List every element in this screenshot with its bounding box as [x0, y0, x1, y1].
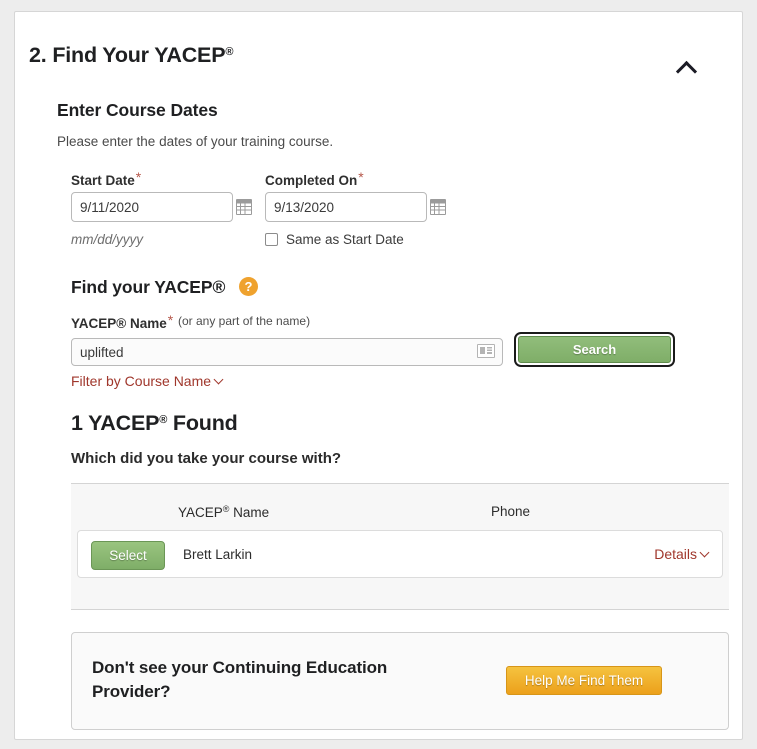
chevron-down-icon [699, 547, 710, 557]
chevron-up-icon [675, 60, 698, 82]
completed-on-input[interactable] [265, 192, 427, 222]
required-asterisk: * [358, 169, 364, 185]
start-date-input[interactable] [71, 192, 233, 222]
column-header-name-text: YACEP [178, 505, 223, 520]
yacep-name-input[interactable] [71, 338, 503, 366]
registered-mark: ® [116, 316, 127, 331]
required-asterisk: * [167, 312, 174, 328]
same-as-start-date-label: Same as Start Date [286, 232, 404, 247]
completed-on-label-text: Completed On [265, 173, 358, 188]
date-format-hint: mm/dd/yyyy [71, 232, 144, 247]
table-row: Select Brett Larkin Details [77, 530, 723, 578]
details-link-label: Details [654, 546, 697, 562]
collapse-section-button[interactable] [674, 53, 702, 82]
column-header-name-tail: Name [229, 505, 270, 520]
page-title: 2. Find Your YACEP® [29, 43, 728, 67]
same-as-start-date-checkbox[interactable]: Same as Start Date [265, 232, 404, 247]
registered-mark: ® [159, 414, 168, 426]
yacep-name-label-tail: Name [126, 316, 167, 331]
start-date-label-text: Start Date [71, 173, 135, 188]
select-button[interactable]: Select [91, 541, 165, 570]
start-date-label: Start Date* [71, 169, 141, 188]
find-heading-text: Find your YACEP [71, 277, 213, 297]
filter-by-course-name-link[interactable]: Filter by Course Name [71, 373, 224, 389]
details-link[interactable]: Details [654, 546, 710, 562]
find-your-yacep-heading: Find your YACEP® [71, 277, 225, 298]
completed-on-label: Completed On* [265, 169, 364, 188]
provider-help-panel: Don't see your Continuing Education Prov… [71, 632, 729, 730]
column-header-yacep-name: YACEP® Name [178, 504, 269, 520]
course-dates-helper-text: Please enter the dates of your training … [57, 134, 334, 149]
results-table: YACEP® Name Phone Select Brett Larkin De… [71, 483, 729, 610]
help-me-find-them-button[interactable]: Help Me Find Them [506, 666, 662, 695]
yacep-name-hint: (or any part of the name) [178, 314, 311, 328]
yacep-name-label: YACEP® Name* [71, 312, 173, 331]
registered-mark: ® [225, 46, 234, 58]
registered-mark: ® [212, 277, 226, 297]
column-header-phone: Phone [491, 504, 531, 519]
required-asterisk: * [135, 169, 142, 185]
section-number: 2. [29, 43, 47, 67]
page-card: 2. Find Your YACEP® Enter Course Dates P… [14, 11, 743, 740]
results-count-heading: 1 YACEP® Found [71, 411, 238, 436]
calendar-icon[interactable] [236, 199, 252, 215]
results-count-text: 1 YACEP [71, 411, 160, 435]
results-subheading: Which did you take your course with? [71, 450, 342, 467]
results-count-tail: Found [167, 411, 238, 435]
section-header: 2. Find Your YACEP® [29, 43, 728, 87]
provider-help-text: Don't see your Continuing Education Prov… [92, 658, 388, 701]
checkbox-box[interactable] [265, 233, 278, 246]
filter-link-label: Filter by Course Name [71, 373, 212, 389]
calendar-icon[interactable] [430, 199, 446, 215]
row-yacep-name: Brett Larkin [183, 547, 253, 562]
section-title-text: Find Your YACEP [52, 43, 226, 67]
contact-card-icon[interactable] [477, 344, 495, 358]
yacep-name-label-text: YACEP [71, 316, 117, 331]
enter-course-dates-heading: Enter Course Dates [57, 100, 218, 120]
help-icon[interactable]: ? [239, 277, 258, 296]
search-button[interactable]: Search [514, 332, 675, 367]
chevron-down-icon [213, 374, 224, 384]
